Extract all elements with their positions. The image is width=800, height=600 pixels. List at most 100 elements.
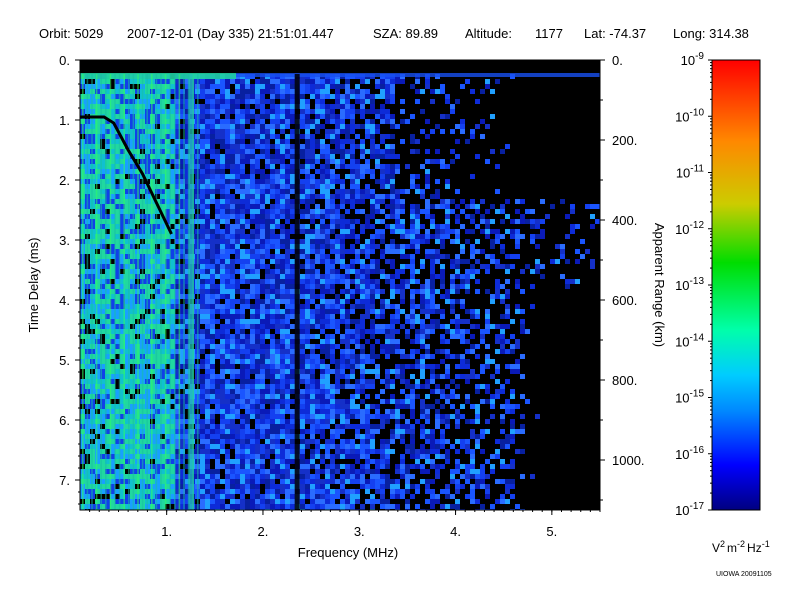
spectrogram-cell [225,179,230,184]
spectrogram-cell [390,399,395,404]
spectrogram-cell [225,294,230,299]
spectrogram-cell [240,164,245,169]
spectrogram-cell [255,194,260,199]
spectrogram-cell [385,94,390,99]
spectrogram-cell [255,309,260,314]
spectrogram-cell [380,79,385,84]
spectrogram-cell [220,104,225,109]
spectrogram-cell [305,284,310,289]
spectrogram-cell [485,309,490,314]
spectrogram-cell [280,319,285,324]
spectrogram-cell [490,414,495,419]
spectrogram-cell [400,244,405,249]
spectrogram-cell [480,399,485,404]
spectrogram-cell [275,94,280,99]
spectrogram-cell [365,89,370,94]
spectrogram-cell [395,369,400,374]
spectrogram-cell [210,79,215,84]
spectrogram-cell [475,344,480,349]
spectrogram-cell [335,429,340,434]
spectrogram-cell [330,159,335,164]
spectrogram-cell [355,199,360,204]
spectrogram-cell [240,189,245,194]
spectrogram-cell [265,419,270,424]
spectrogram-cell [230,439,235,444]
spectrogram-cell [205,424,210,429]
spectrogram-cell [365,359,370,364]
spectrogram-cell [210,289,215,294]
spectrogram-cell [360,104,365,109]
spectrogram-cell [495,364,500,369]
spectrogram-cell [340,319,345,324]
spectrogram-cell [245,294,250,299]
spectrogram-cell [235,429,240,434]
spectrogram-cell [300,94,305,99]
spectrogram-cell [245,114,250,119]
spectrogram-cell [225,349,230,354]
spectrogram-cell [350,129,355,134]
spectrogram-cell [360,449,365,454]
spectrogram-cell [210,394,215,399]
spectrogram-cell [350,229,355,234]
spectrogram-cell [590,259,595,264]
spectrogram-cell [210,139,215,144]
spectrogram-cell [205,399,210,404]
spectrogram-cell [430,159,435,164]
spectrogram-cell [350,439,355,444]
spectrogram-cell [245,154,250,159]
spectrogram-cell [385,369,390,374]
spectrogram-cell [480,229,485,234]
spectrogram-cell [285,264,290,269]
spectrogram-cell [395,289,400,294]
spectrogram-cell [245,359,250,364]
spectrogram-cell [375,84,380,89]
spectrogram-cell [260,94,265,99]
spectrogram-cell [485,84,490,89]
spectrogram-cell [215,224,220,229]
spectrogram-cell [275,284,280,289]
spectrogram-cell [200,384,205,389]
spectrogram-cell [220,79,225,84]
spectrogram-cell [360,284,365,289]
spectrogram-cell [220,84,225,89]
spectrogram-cell [320,169,325,174]
spectrogram-cell [425,364,430,369]
spectrogram-cell [300,339,305,344]
spectrogram-cell [385,249,390,254]
spectrogram-cell [210,274,215,279]
spectrogram-cell [205,384,210,389]
spectrogram-cell [385,89,390,94]
spectrogram-cell [265,159,270,164]
spectrogram-cell [205,329,210,334]
spectrogram-cell [455,264,460,269]
spectrogram-cell [210,199,215,204]
spectrogram-cell [220,379,225,384]
spectrogram-cell [385,304,390,309]
spectrogram-cell [245,194,250,199]
spectrogram-cell [425,434,430,439]
spectrogram-cell [505,229,510,234]
spectrogram-cell [505,279,510,284]
spectrogram-cell [255,224,260,229]
spectrogram-cell [265,324,270,329]
spectrogram-cell [260,229,265,234]
spectrogram-cell [300,99,305,104]
spectrogram-cell [300,439,305,444]
spectrogram-cell [455,424,460,429]
spectrogram-cell [230,119,235,124]
spectrogram-cell [565,284,570,289]
spectrogram-cell [585,249,590,254]
spectrogram-cell [255,219,260,224]
spectrogram-cell [395,349,400,354]
spectrogram-cell [300,324,305,329]
spectrogram-cell [240,344,245,349]
spectrogram-cell [290,119,295,124]
spectrogram-cell [480,384,485,389]
spectrogram-cell [255,394,260,399]
spectrogram-cell [240,434,245,439]
spectrogram-cell [345,309,350,314]
spectrogram-cell [515,209,520,214]
spectrogram-cell [265,349,270,354]
spectrogram-cell [315,449,320,454]
spectrogram-cell [210,324,215,329]
